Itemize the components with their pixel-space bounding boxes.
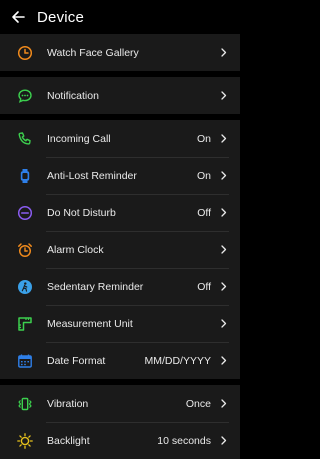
- settings-row-anti-lost-reminder[interactable]: Anti-Lost Reminder On: [0, 157, 240, 194]
- calendar-icon: [17, 353, 33, 369]
- settings-row-value: MM/DD/YYYY: [144, 354, 211, 367]
- settings-row-backlight[interactable]: Backlight 10 seconds: [0, 422, 240, 459]
- settings-row-measurement-unit[interactable]: Measurement Unit: [0, 305, 240, 342]
- settings-row-label: Date Format: [47, 354, 106, 367]
- vibration-icon: [17, 396, 33, 412]
- settings-row-value: Off: [197, 206, 211, 219]
- settings-row-value: 10 seconds: [157, 434, 211, 447]
- settings-row-date-format[interactable]: Date Format MM/DD/YYYY: [0, 342, 240, 379]
- do-not-disturb-icon: [17, 205, 33, 221]
- settings-row-alarm-clock[interactable]: Alarm Clock: [0, 231, 240, 268]
- settings-row-watch-face-gallery[interactable]: Watch Face Gallery: [0, 34, 240, 71]
- chevron-right-icon: [219, 282, 229, 291]
- chevron-right-icon: [219, 48, 229, 57]
- chevron-right-icon: [219, 399, 229, 408]
- settings-row-label: Alarm Clock: [47, 243, 104, 256]
- chevron-right-icon: [219, 171, 229, 180]
- page-title: Device: [37, 8, 85, 26]
- chevron-right-icon: [219, 134, 229, 143]
- settings-row-label: Sedentary Reminder: [47, 280, 144, 293]
- settings-row-label: Watch Face Gallery: [47, 46, 139, 59]
- alarm-clock-icon: [17, 242, 33, 258]
- app-header: Device: [0, 0, 240, 34]
- chevron-right-icon: [219, 436, 229, 445]
- chevron-right-icon: [219, 356, 229, 365]
- back-button[interactable]: [7, 6, 29, 28]
- settings-row-vibration[interactable]: Vibration Once: [0, 385, 240, 422]
- settings-row-label: Backlight: [47, 434, 90, 447]
- settings-row-label: Do Not Disturb: [47, 206, 116, 219]
- settings-row-value: Once: [185, 397, 211, 410]
- settings-section: Watch Face Gallery: [0, 34, 240, 71]
- settings-row-value: On: [196, 132, 211, 145]
- settings-row-label: Anti-Lost Reminder: [47, 169, 137, 182]
- settings-row-incoming-call[interactable]: Incoming Call On: [0, 120, 240, 157]
- settings-section: Incoming Call On Anti-Lost Reminder On Do No…: [0, 120, 240, 379]
- chat-bubble-icon: [17, 88, 33, 104]
- settings-section: Notification: [0, 77, 240, 114]
- settings-row-label: Vibration: [47, 397, 89, 410]
- settings-row-label: Measurement Unit: [47, 317, 133, 330]
- settings-row-sedentary-reminder[interactable]: Sedentary Reminder Off: [0, 268, 240, 305]
- chevron-right-icon: [219, 245, 229, 254]
- settings-row-value: On: [196, 169, 211, 182]
- settings-section: Vibration Once Backlight 10 seconds: [0, 385, 240, 459]
- chevron-right-icon: [219, 319, 229, 328]
- settings-row-do-not-disturb[interactable]: Do Not Disturb Off: [0, 194, 240, 231]
- settings-row-notification[interactable]: Notification: [0, 77, 240, 114]
- watch-icon: [17, 168, 33, 184]
- sun-icon: [17, 432, 33, 449]
- settings-list: Watch Face Gallery Notification Incoming C…: [0, 34, 240, 459]
- watch-face-icon: [17, 45, 33, 61]
- settings-row-value: Off: [197, 280, 211, 293]
- arrow-left-icon: [11, 10, 25, 24]
- person-icon: [17, 279, 33, 295]
- chevron-right-icon: [219, 208, 229, 217]
- settings-row-label: Notification: [47, 89, 99, 102]
- chevron-right-icon: [219, 91, 229, 100]
- ruler-icon: [17, 316, 33, 332]
- phone-icon: [17, 131, 33, 147]
- settings-row-label: Incoming Call: [47, 132, 111, 145]
